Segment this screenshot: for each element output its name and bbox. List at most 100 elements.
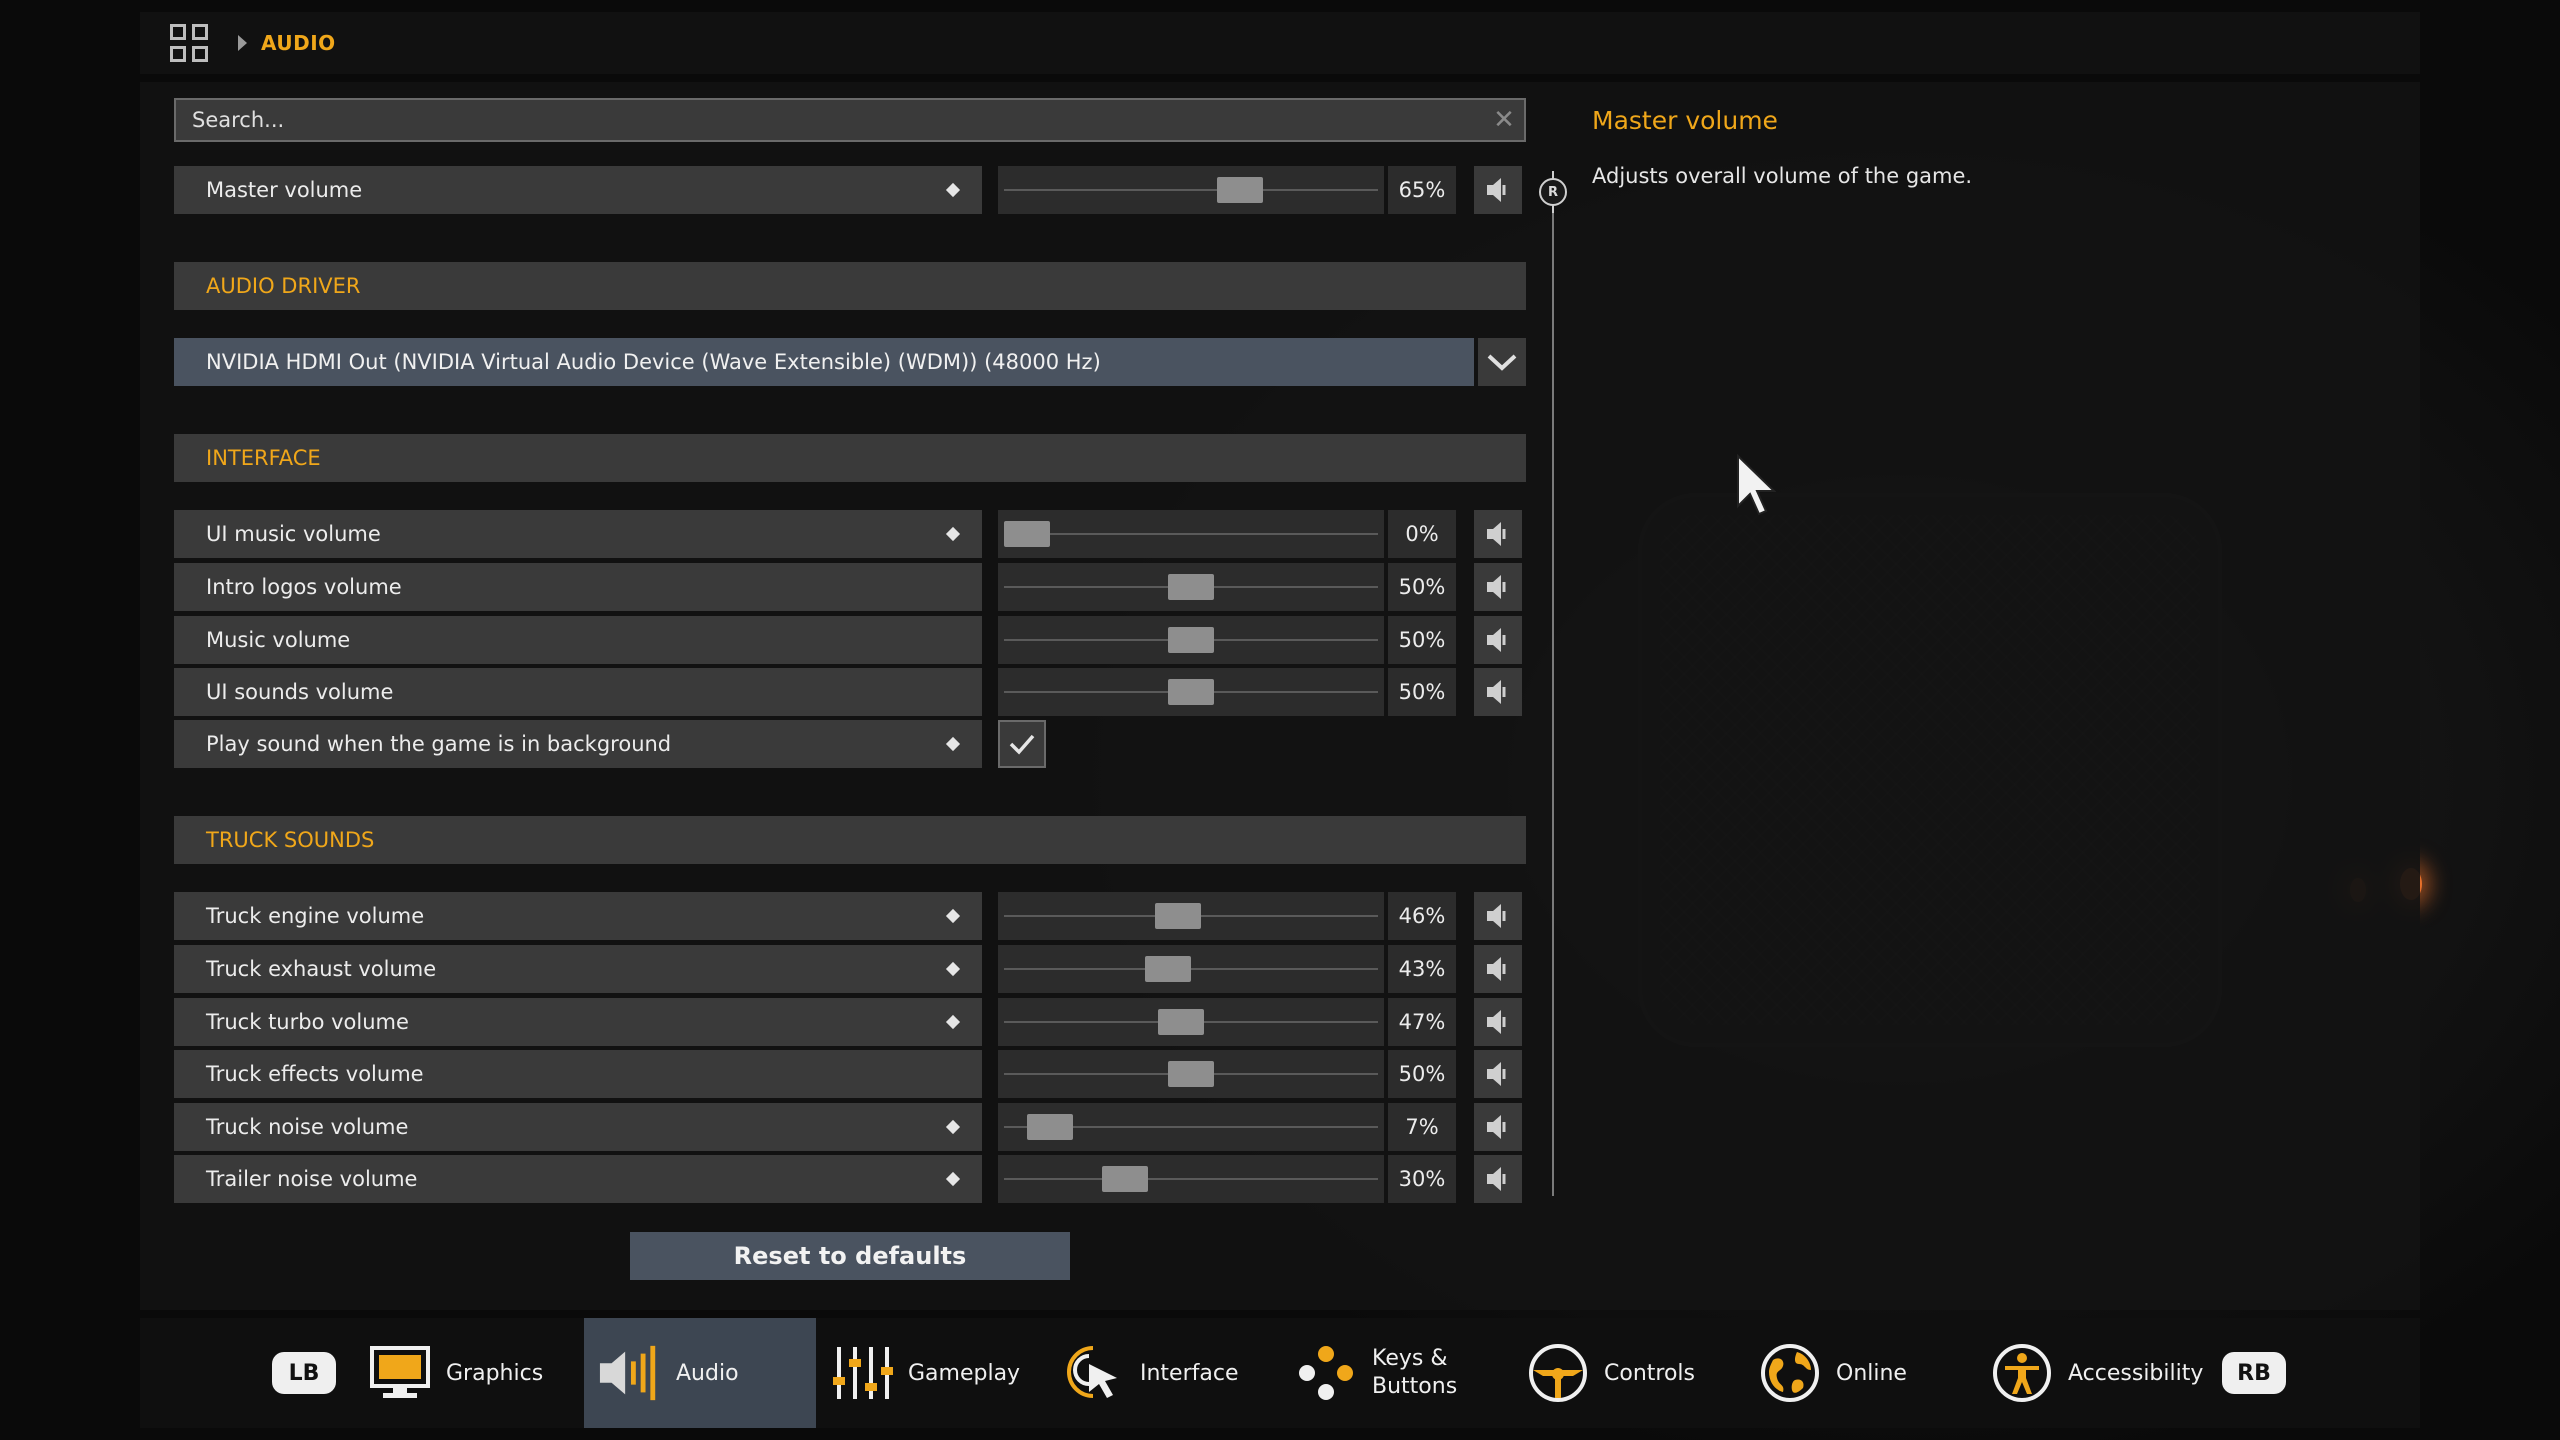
music-volume-slider[interactable] — [998, 616, 1384, 664]
value-readout: 0% — [1388, 510, 1456, 558]
mute-button[interactable] — [1474, 616, 1522, 664]
slider-thumb[interactable] — [1026, 1114, 1073, 1140]
mute-button[interactable] — [1474, 945, 1522, 993]
slider-track — [1004, 189, 1378, 191]
trailer-noise-volume-slider[interactable] — [998, 1155, 1384, 1203]
rb-bumper-hint[interactable]: RB — [2222, 1352, 2286, 1394]
truck-effects-volume-slider[interactable] — [998, 1050, 1384, 1098]
slider-thumb[interactable] — [1217, 177, 1264, 203]
truck-exhaust-volume-row[interactable]: Truck exhaust volume — [174, 945, 982, 993]
search-input[interactable] — [176, 100, 1484, 140]
grid-menu-icon[interactable] — [170, 24, 208, 62]
modified-diamond-icon — [945, 182, 961, 198]
tab-gameplay[interactable]: Gameplay — [830, 1318, 1050, 1428]
accessibility-person-icon — [1990, 1341, 2054, 1405]
slider-thumb[interactable] — [1102, 1166, 1149, 1192]
truck-noise-volume-row[interactable]: Truck noise volume — [174, 1103, 982, 1151]
tab-keys-buttons[interactable]: Keys & Buttons — [1294, 1318, 1514, 1428]
background-sound-checkbox[interactable] — [998, 720, 1046, 768]
slider-thumb[interactable] — [1154, 903, 1201, 929]
truck-turbo-volume-slider[interactable] — [998, 998, 1384, 1046]
slider-thumb[interactable] — [1158, 1009, 1205, 1035]
dropdown-toggle-button[interactable] — [1478, 338, 1526, 386]
mute-button[interactable] — [1474, 510, 1522, 558]
mute-button[interactable] — [1474, 1050, 1522, 1098]
row-label: Truck exhaust volume — [206, 957, 437, 981]
value-readout: 50% — [1388, 563, 1456, 611]
slider-thumb[interactable] — [1168, 574, 1214, 600]
tab-label: Audio — [676, 1360, 739, 1386]
speaker-icon — [1487, 1010, 1506, 1034]
monitor-icon — [368, 1341, 432, 1405]
row-label: Trailer noise volume — [206, 1167, 418, 1191]
mute-button[interactable] — [1474, 892, 1522, 940]
breadcrumb-current: AUDIO — [261, 31, 336, 55]
slider-thumb[interactable] — [1168, 679, 1214, 705]
modified-diamond-icon — [945, 1014, 961, 1030]
breadcrumb-arrow-icon — [238, 35, 247, 51]
mute-button[interactable] — [1474, 1103, 1522, 1151]
checkmark-icon — [1009, 734, 1035, 755]
steering-wheel-icon — [1526, 1341, 1590, 1405]
mute-button[interactable] — [1474, 668, 1522, 716]
value-readout: 46% — [1388, 892, 1456, 940]
speaker-icon — [1487, 1115, 1506, 1139]
speaker-icon — [1487, 575, 1506, 599]
reset-to-defaults-button[interactable]: Reset to defaults — [630, 1232, 1070, 1280]
tab-online[interactable]: Online — [1758, 1318, 1978, 1428]
ui-music-volume-slider[interactable] — [998, 510, 1384, 558]
tab-accessibility[interactable]: Accessibility — [1990, 1318, 2210, 1428]
music-volume-row[interactable]: Music volume — [174, 616, 982, 664]
modified-diamond-icon — [945, 1119, 961, 1135]
truck-effects-volume-row[interactable]: Truck effects volume — [174, 1050, 982, 1098]
search-box[interactable]: ✕ — [174, 98, 1526, 142]
reset-marker-icon: R — [1539, 171, 1567, 213]
speaker-icon — [1487, 680, 1506, 704]
ui-music-volume-row[interactable]: UI music volume — [174, 510, 982, 558]
tab-label-line: Keys & — [1372, 1346, 1448, 1371]
tab-audio[interactable]: Audio — [584, 1318, 816, 1428]
master-volume-row[interactable]: Master volume — [174, 166, 982, 214]
mute-button[interactable] — [1474, 166, 1522, 214]
clear-search-icon[interactable]: ✕ — [1484, 105, 1524, 135]
help-title: Master volume — [1592, 106, 1778, 135]
tab-controls[interactable]: Controls — [1526, 1318, 1746, 1428]
speaker-icon — [1487, 628, 1506, 652]
mouse-cursor-icon — [1737, 454, 1776, 516]
speaker-icon — [1487, 1062, 1506, 1086]
row-label: Truck engine volume — [206, 904, 425, 928]
tab-interface[interactable]: Interface — [1062, 1318, 1282, 1428]
truck-exhaust-volume-slider[interactable] — [998, 945, 1384, 993]
background-sound-row[interactable]: Play sound when the game is in backgroun… — [174, 720, 982, 768]
master-volume-slider[interactable] — [998, 166, 1384, 214]
row-label: Truck effects volume — [206, 1062, 424, 1086]
tab-label: Online — [1836, 1360, 1907, 1386]
slider-thumb[interactable] — [1168, 627, 1214, 653]
trailer-noise-volume-row[interactable]: Trailer noise volume — [174, 1155, 982, 1203]
ui-sounds-volume-slider[interactable] — [998, 668, 1384, 716]
truck-noise-volume-slider[interactable] — [998, 1103, 1384, 1151]
truck-turbo-volume-row[interactable]: Truck turbo volume — [174, 998, 982, 1046]
truck-engine-volume-row[interactable]: Truck engine volume — [174, 892, 982, 940]
slider-thumb[interactable] — [1004, 521, 1050, 547]
row-label: Truck turbo volume — [206, 1010, 409, 1034]
lb-bumper-hint[interactable]: LB — [272, 1352, 336, 1394]
modified-diamond-icon — [945, 908, 961, 924]
mute-button[interactable] — [1474, 998, 1522, 1046]
scroll-track[interactable] — [1552, 176, 1554, 1196]
intro-logos-volume-slider[interactable] — [998, 563, 1384, 611]
mute-button[interactable] — [1474, 563, 1522, 611]
slider-thumb[interactable] — [1168, 1061, 1214, 1087]
ui-sounds-volume-row[interactable]: UI sounds volume — [174, 668, 982, 716]
mute-button[interactable] — [1474, 1155, 1522, 1203]
truck-engine-volume-slider[interactable] — [998, 892, 1384, 940]
intro-logos-volume-row[interactable]: Intro logos volume — [174, 563, 982, 611]
tab-graphics[interactable]: Graphics — [364, 1318, 578, 1428]
slider-thumb[interactable] — [1145, 956, 1192, 982]
value-readout: 7% — [1388, 1103, 1456, 1151]
audio-driver-select[interactable]: NVIDIA HDMI Out (NVIDIA Virtual Audio De… — [174, 338, 1474, 386]
value-readout: 47% — [1388, 998, 1456, 1046]
row-label: UI music volume — [206, 522, 381, 546]
row-label: Intro logos volume — [206, 575, 402, 599]
slider-track — [1004, 1178, 1378, 1180]
